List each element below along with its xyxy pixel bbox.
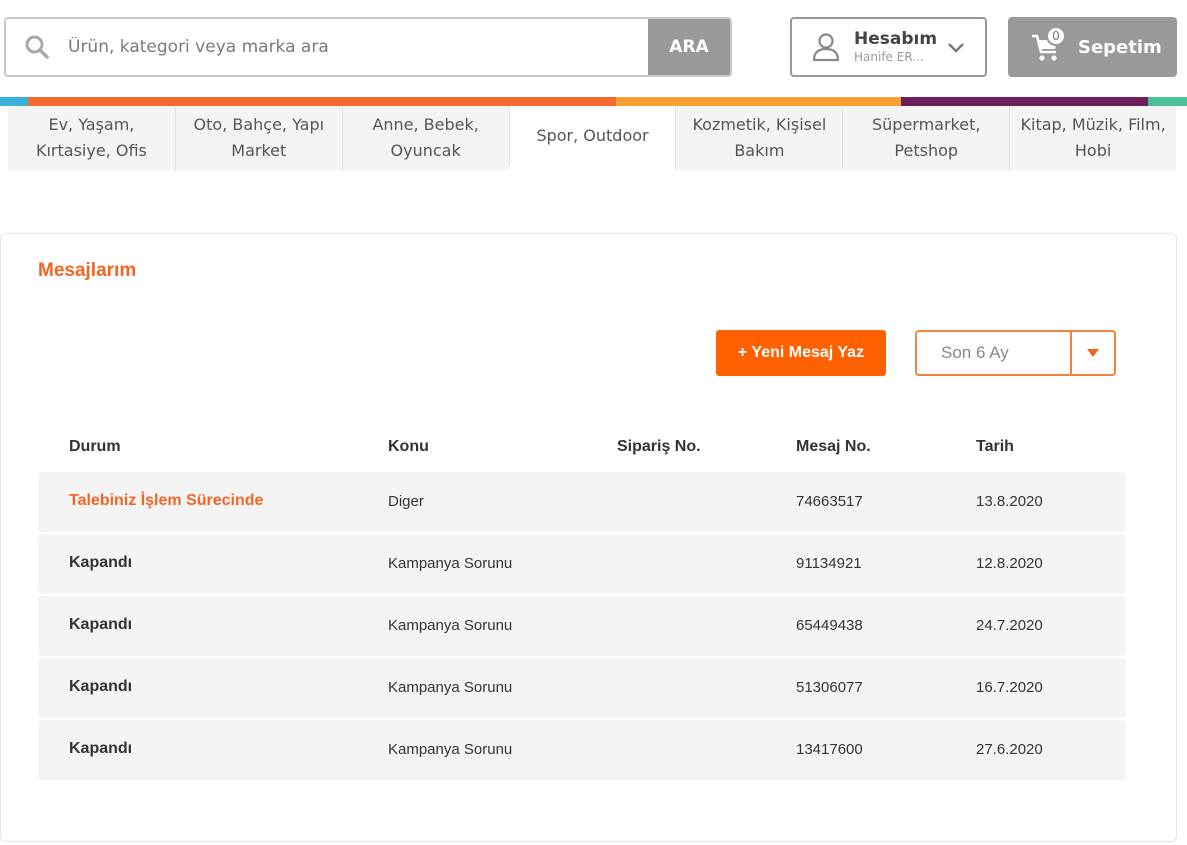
row-status: Kapandı [69,678,133,695]
cart-icon: 0 [1030,26,1066,64]
category-item-sport[interactable]: Spor, Outdoor [508,106,676,166]
search-box: ARA [4,17,732,77]
column-header-date: Tarih [976,438,1014,455]
category-item-mother-baby[interactable]: Anne, Bebek, Oyuncak [341,106,509,170]
search-icon [6,19,68,75]
row-status: Kapandı [69,554,133,571]
caret-down-icon[interactable] [1070,332,1114,374]
row-date: 12.8.2020 [976,555,1043,572]
messages-panel: Mesajlarım + Yeni Mesaj Yaz Son 6 Ay Dur… [0,233,1177,842]
cart-label: Sepetim [1078,36,1162,58]
row-subject: Kampanya Sorunu [388,679,513,696]
category-color-strip [0,97,1187,106]
table-row[interactable]: Kapandı Kampanya Sorunu 91134921 12.8.20… [38,534,1126,594]
chevron-down-icon [947,41,965,59]
account-menu-button[interactable]: Hesabım Hanife ER... [790,17,987,77]
table-header: Durum Konu Sipariş No. Mesaj No. Tarih [38,432,1126,462]
row-subject: Kampanya Sorunu [388,555,513,572]
category-item-supermarket[interactable]: Süpermarket, Petshop [842,106,1010,170]
search-input[interactable] [68,19,648,75]
row-status: Kapandı [69,616,133,633]
row-status: Kapandı [69,740,133,757]
column-header-message-no: Mesaj No. [796,438,871,455]
color-strip-segment [28,97,616,106]
row-message-no: 65449438 [796,617,863,634]
column-header-status: Durum [69,438,121,455]
row-message-no: 13417600 [796,741,863,758]
row-date: 24.7.2020 [976,617,1043,634]
category-item-books[interactable]: Kitap, Müzik, Film, Hobi [1009,106,1177,170]
row-status: Talebiniz İşlem Sürecinde [69,492,264,509]
table-row[interactable]: Kapandı Kampanya Sorunu 65449438 24.7.20… [38,596,1126,656]
category-nav: Ev, Yaşam, Kırtasiye, Ofis Oto, Bahçe, Y… [8,106,1177,170]
new-message-button[interactable]: + Yeni Mesaj Yaz [716,330,886,376]
table-row[interactable]: Talebiniz İşlem Sürecinde Diger 74663517… [38,472,1126,532]
cart-count-badge: 0 [1046,26,1066,46]
row-date: 13.8.2020 [976,493,1043,510]
row-date: 27.6.2020 [976,741,1043,758]
period-selected-value: Son 6 Ay [941,343,1009,362]
color-strip-segment [901,97,1148,106]
row-subject: Kampanya Sorunu [388,617,513,634]
user-icon [812,32,842,62]
row-subject: Diger [388,493,424,510]
column-header-order: Sipariş No. [617,438,701,455]
row-date: 16.7.2020 [976,679,1043,696]
account-user-name: Hanife ER... [854,50,924,64]
messages-table: Talebiniz İşlem Sürecinde Diger 74663517… [38,472,1126,782]
row-message-no: 51306077 [796,679,863,696]
row-subject: Kampanya Sorunu [388,741,513,758]
table-row[interactable]: Kapandı Kampanya Sorunu 51306077 16.7.20… [38,658,1126,718]
category-item-home[interactable]: Ev, Yaşam, Kırtasiye, Ofis [8,106,175,170]
page-title: Mesajlarım [38,260,137,281]
table-row[interactable]: Kapandı Kampanya Sorunu 13417600 27.6.20… [38,720,1126,780]
search-button[interactable]: ARA [648,19,730,75]
category-item-auto-garden[interactable]: Oto, Bahçe, Yapı Market [174,106,342,170]
row-message-no: 74663517 [796,493,863,510]
column-header-subject: Konu [388,438,429,455]
cart-button[interactable]: 0 Sepetim [1008,17,1177,77]
row-message-no: 91134921 [796,555,862,572]
color-strip-segment [1148,97,1187,106]
color-strip-segment [616,97,901,106]
account-title: Hesabım [854,29,938,49]
color-strip-segment [0,97,28,106]
period-select[interactable]: Son 6 Ay [915,330,1116,376]
category-item-cosmetics[interactable]: Kozmetik, Kişisel Bakım [675,106,843,170]
